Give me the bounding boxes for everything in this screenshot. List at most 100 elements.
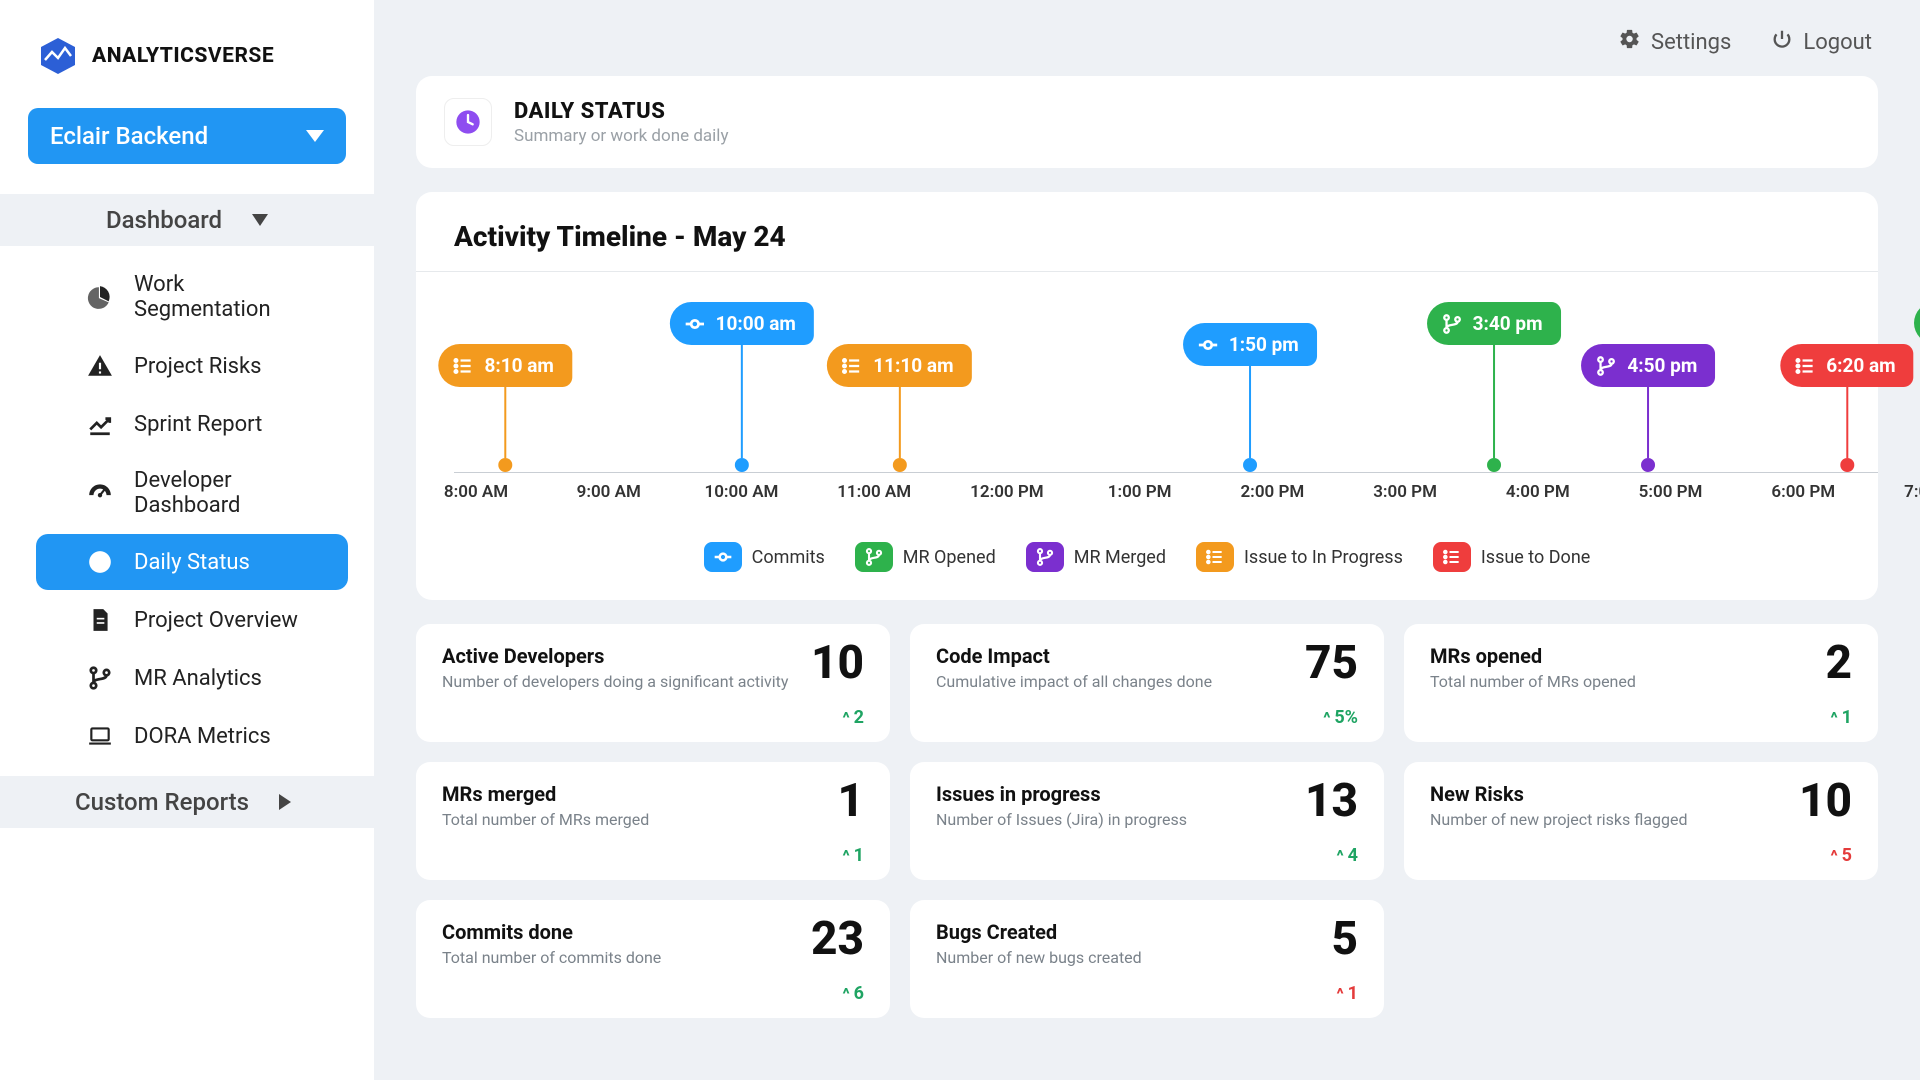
event-chip — [1914, 302, 1920, 344]
gauge-icon — [86, 479, 114, 507]
metric-change: ^1 — [843, 845, 865, 866]
nav-label: Sprint Report — [134, 412, 262, 437]
event-dot — [1641, 458, 1655, 472]
sidebar-item-developer-dashboard[interactable]: Developer Dashboard — [36, 454, 348, 532]
sidebar-item-project-risks[interactable]: Project Risks — [36, 338, 348, 394]
nav-label: Daily Status — [134, 550, 250, 575]
topbar: Settings Logout — [374, 0, 1920, 76]
nav-label: Developer Dashboard — [134, 468, 320, 518]
sidebar-item-mr-analytics[interactable]: MR Analytics — [36, 650, 348, 706]
metric-change: ^1 — [1831, 707, 1853, 728]
metric-desc: Total number of MRs merged — [442, 810, 864, 829]
legend-item-issue_done: Issue to Done — [1433, 542, 1590, 572]
chevron-down-icon — [252, 214, 268, 226]
metric-value: 75 — [1305, 636, 1358, 690]
metric-card-new-risks[interactable]: New RisksNumber of new project risks fla… — [1404, 762, 1878, 880]
logout-button[interactable]: Logout — [1771, 28, 1872, 56]
timeline-event-commit[interactable]: 1:50 pm — [1183, 323, 1317, 472]
metric-value: 10 — [1799, 774, 1852, 828]
metric-title: New Risks — [1430, 782, 1852, 806]
metric-value: 13 — [1305, 774, 1358, 828]
section-custom-reports[interactable]: Custom Reports — [0, 776, 374, 828]
list-icon — [1433, 542, 1471, 572]
sidebar-item-project-overview[interactable]: Project Overview — [36, 592, 348, 648]
metric-desc: Total number of MRs opened — [1430, 672, 1852, 691]
metric-card-bugs-created[interactable]: Bugs CreatedNumber of new bugs created5^… — [910, 900, 1384, 1018]
metric-title: Issues in progress — [936, 782, 1358, 806]
event-dot — [892, 458, 906, 472]
chevron-down-icon — [306, 130, 324, 142]
timeline-tick: 10:00 AM — [704, 482, 778, 502]
line-icon — [86, 410, 114, 438]
timeline-tick: 11:00 AM — [837, 482, 911, 502]
metric-card-issues-in-progress[interactable]: Issues in progress Number of Issues (Jira… — [910, 762, 1384, 880]
metric-value: 10 — [811, 636, 864, 690]
branch-icon — [86, 664, 114, 692]
sidebar-item-work-segmentation[interactable]: Work Segmentation — [36, 258, 348, 336]
event-chip: 4:50 pm — [1581, 344, 1715, 387]
metric-desc: Total number of commits done — [442, 948, 864, 967]
metric-title: Active Developers — [442, 644, 864, 668]
metric-card-commits-done[interactable]: Commits doneTotal number of commits done… — [416, 900, 890, 1018]
legend-item-issue_progress: Issue to In Progress — [1196, 542, 1403, 572]
clock-icon — [444, 98, 492, 146]
metric-change: ^5 — [1831, 845, 1853, 866]
metric-card-mrs-opened[interactable]: MRs openedTotal number of MRs opened2^1 — [1404, 624, 1878, 742]
section-dashboard[interactable]: Dashboard — [0, 194, 374, 246]
clock-icon — [86, 548, 114, 576]
sidebar: ANALYTICSVERSE Eclair Backend Dashboard … — [0, 0, 374, 1080]
timeline-tick: 5:00 PM — [1639, 482, 1703, 502]
metric-card-code-impact[interactable]: Code ImpactCumulative impact of all chan… — [910, 624, 1384, 742]
timeline-tick: 2:00 PM — [1240, 482, 1304, 502]
event-chip: 6:20 am — [1780, 344, 1913, 387]
sidebar-item-dora-metrics[interactable]: DORA Metrics — [36, 708, 348, 764]
metric-change: ^2 — [843, 707, 865, 728]
timeline-legend: Commits MR Opened MR Merged Issue to In Pro… — [416, 522, 1878, 578]
timeline-tick: 6:00 PM — [1771, 482, 1835, 502]
metric-title: MRs merged — [442, 782, 864, 806]
timeline-tick: 12:00 PM — [970, 482, 1044, 502]
nav-label: Work Segmentation — [134, 272, 320, 322]
legend-item-mr_opened: MR Opened — [855, 542, 996, 572]
sidebar-item-daily-status[interactable]: Daily Status — [36, 534, 348, 590]
nav-list: Work Segmentation Project Risks Sprint Rep… — [0, 246, 374, 776]
timeline-event-issue_progress[interactable]: 11:10 am — [827, 344, 971, 472]
timeline-event-commit[interactable]: 10:00 am — [670, 302, 814, 472]
metric-value: 2 — [1825, 636, 1852, 690]
timeline-event-issue_done[interactable]: 6:20 am — [1780, 344, 1913, 472]
metric-card-active-developers[interactable]: Active DevelopersNumber of developers do… — [416, 624, 890, 742]
metric-change: ^5% — [1323, 707, 1358, 728]
power-icon — [1771, 28, 1793, 56]
logo-icon — [38, 36, 78, 76]
metric-value: 1 — [837, 774, 864, 828]
branch-icon — [855, 542, 893, 572]
settings-button[interactable]: Settings — [1619, 28, 1731, 56]
metric-card-mrs-merged[interactable]: MRs merged Total number of MRs merged1 ^1 — [416, 762, 890, 880]
laptop-icon — [86, 722, 114, 750]
legend-item-commit: Commits — [704, 542, 825, 572]
logo: ANALYTICSVERSE — [0, 0, 374, 100]
metric-desc: Number of new bugs created — [936, 948, 1358, 967]
metric-change: ^1 — [1337, 983, 1359, 1004]
project-selector[interactable]: Eclair Backend — [28, 108, 346, 164]
gear-icon — [1619, 28, 1641, 56]
timeline-event-mr_merged[interactable]: 4:50 pm — [1581, 344, 1715, 472]
event-chip: 1:50 pm — [1183, 323, 1317, 366]
logo-text: ANALYTICSVERSE — [92, 44, 274, 68]
timeline-tick: 7:00 PM — [1904, 482, 1920, 502]
event-dot — [1840, 458, 1854, 472]
timeline-event-mr_opened[interactable] — [1914, 302, 1920, 472]
metric-value: 23 — [811, 912, 864, 966]
page-title: DAILY STATUS — [514, 99, 728, 124]
timeline-axis — [454, 472, 1878, 473]
timeline-tick: 9:00 AM — [577, 482, 641, 502]
timeline-event-mr_opened[interactable]: 3:40 pm — [1427, 302, 1561, 472]
timeline-tick: 8:00 AM — [444, 482, 508, 502]
timeline-tick: 4:00 PM — [1506, 482, 1570, 502]
metric-desc: Number of Issues (Jira) in progress — [936, 810, 1358, 829]
legend-item-mr_merged: MR Merged — [1026, 542, 1166, 572]
warning-icon — [86, 352, 114, 380]
sidebar-item-sprint-report[interactable]: Sprint Report — [36, 396, 348, 452]
project-selector-label: Eclair Backend — [50, 122, 208, 150]
timeline-event-issue_progress[interactable]: 8:10 am — [438, 344, 571, 472]
